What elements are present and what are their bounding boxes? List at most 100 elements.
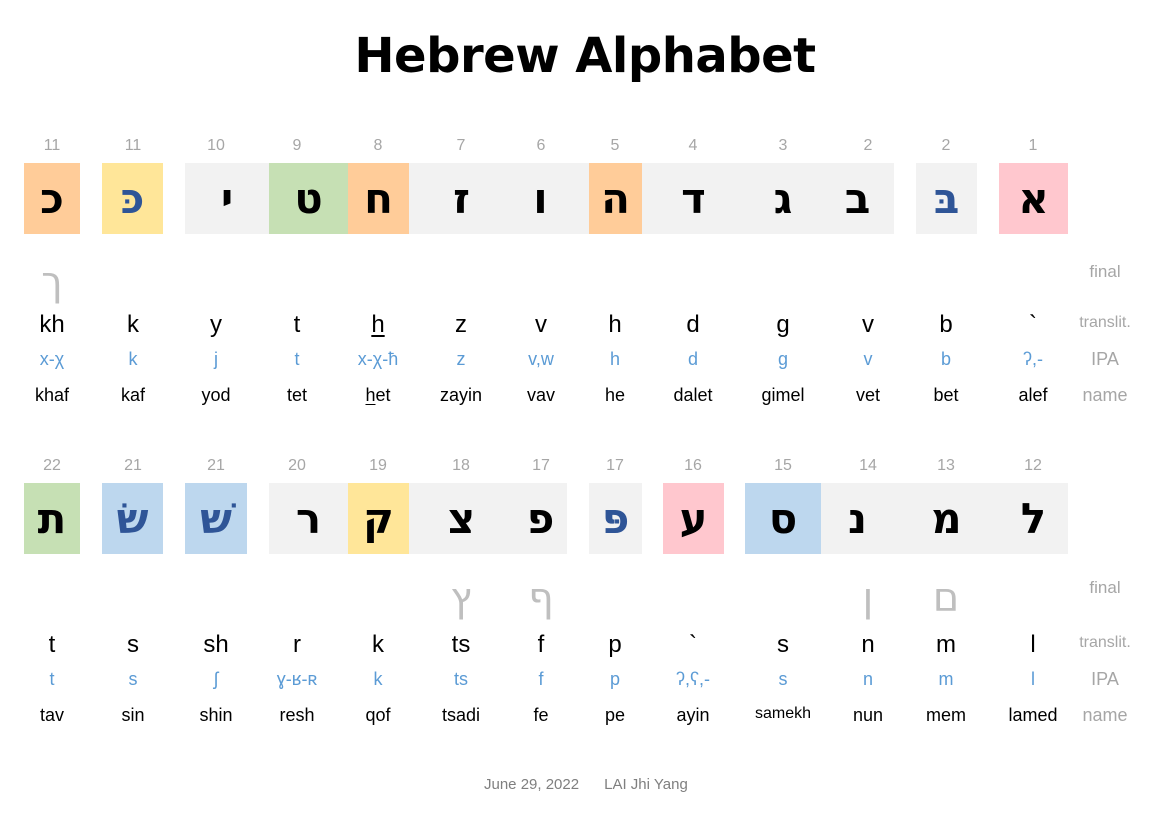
letter-number: 7: [456, 137, 466, 154]
letter-name: mem: [926, 705, 966, 725]
ipa-value: z: [456, 349, 466, 369]
ipa-value: p: [609, 669, 621, 689]
letter-number: 17: [532, 457, 550, 474]
letter-name: resh: [279, 705, 315, 725]
letter-cell: ג: [745, 163, 821, 234]
letter-name: alef: [1018, 385, 1048, 405]
row-label-ipa: IPA: [1091, 349, 1119, 369]
letter-cell: נ: [821, 483, 894, 554]
letter-number: 9: [292, 137, 302, 154]
page-title: Hebrew Alphabet: [354, 28, 816, 84]
ipa-value: h: [609, 349, 621, 369]
letter-number: 12: [1024, 457, 1042, 474]
letter-cell: ה: [589, 163, 642, 234]
hebrew-letter: ל: [1020, 493, 1047, 543]
letter-name: tet: [286, 385, 308, 405]
hebrew-letter: ד: [681, 173, 706, 223]
ipa-value: x-χ: [39, 349, 65, 369]
transliteration: m: [936, 631, 956, 658]
letter-number: 2: [863, 137, 873, 154]
letter-number: 1: [1028, 137, 1038, 154]
letter-name: samekh: [754, 705, 812, 722]
hebrew-letter: ה: [601, 173, 630, 223]
letter-cell: בּ: [916, 163, 977, 234]
letter-number: 21: [207, 457, 225, 474]
letter-name: he: [604, 385, 626, 405]
transliteration: h: [371, 311, 385, 338]
letter-cell: שׁ: [185, 483, 247, 554]
ipa-value: t: [294, 349, 300, 369]
ipa-value: g: [777, 349, 789, 369]
letter-number: 14: [859, 457, 877, 474]
letter-name: shin: [199, 705, 233, 725]
transliteration: n: [861, 631, 875, 658]
hebrew-letter: ז: [453, 173, 470, 223]
transliteration: `: [689, 631, 697, 658]
ipa-value: n: [862, 669, 874, 689]
letter-number: 22: [43, 457, 61, 474]
letter-cell: ז: [409, 163, 514, 234]
letter-number: 6: [536, 137, 546, 154]
footer: June 29, 2022 LAI Jhi Yang: [484, 776, 688, 793]
letter-cell: ל: [999, 483, 1068, 554]
letter-cell: ס: [745, 483, 821, 554]
letter-number: 17: [606, 457, 624, 474]
row-label-translit: translit.: [1079, 314, 1131, 331]
hebrew-letter: כ: [40, 173, 64, 223]
letter-number: 19: [369, 457, 387, 474]
footer-author: LAI Jhi Yang: [604, 776, 688, 793]
transliteration: h: [608, 311, 622, 338]
letter-number: 4: [688, 137, 698, 154]
letter-name: dalet: [673, 385, 713, 405]
ipa-value: v,w: [528, 349, 554, 369]
hebrew-letter: ג: [773, 173, 793, 223]
transliteration: k: [372, 631, 384, 658]
letter-number: 8: [373, 137, 383, 154]
transliteration: p: [608, 631, 622, 658]
ipa-value: d: [687, 349, 699, 369]
hebrew-letter: שׂ: [116, 493, 149, 543]
hebrew-letter: ט: [294, 173, 323, 223]
letter-cell: ט: [269, 163, 348, 234]
letter-cell: ק: [348, 483, 409, 554]
final-form: ך: [41, 259, 63, 305]
transliteration: v: [535, 311, 547, 338]
hebrew-letter: בּ: [933, 173, 960, 223]
row-label-ipa: IPA: [1091, 669, 1119, 689]
letter-number: 11: [124, 137, 142, 154]
ipa-value: ʔ,-: [1023, 349, 1043, 369]
hebrew-letter: ב: [844, 173, 871, 223]
letter-cell: ב: [821, 163, 894, 234]
transliteration: ts: [451, 631, 471, 658]
ipa-value: s: [778, 669, 788, 689]
transliteration: sh: [203, 631, 229, 658]
final-form: ן: [862, 575, 874, 621]
letter-number: 18: [452, 457, 470, 474]
letter-name: het: [365, 385, 391, 405]
hebrew-letter: ח: [364, 173, 393, 223]
hebrew-letter: כּ: [120, 173, 145, 223]
transliteration: `: [1029, 311, 1037, 338]
letter-number: 21: [124, 457, 142, 474]
row-label-name: name: [1082, 385, 1128, 405]
letter-name: tav: [39, 705, 65, 725]
letter-name: khaf: [34, 385, 70, 405]
ipa-value: f: [538, 669, 544, 689]
letter-number: 10: [207, 137, 225, 154]
transliteration: s: [777, 631, 789, 658]
letter-name: nun: [852, 705, 884, 725]
row-label-final: final: [1089, 578, 1121, 597]
hebrew-letter: צ: [447, 493, 476, 543]
ipa-value: s: [128, 669, 138, 689]
ipa-value: ɣ-ʁ-ʀ: [276, 669, 318, 689]
letter-name: sin: [121, 705, 145, 725]
hebrew-letter: פּ: [601, 493, 630, 543]
transliteration: z: [455, 311, 467, 338]
hebrew-letter: א: [1018, 173, 1049, 223]
row-label-final: final: [1089, 262, 1121, 281]
letter-cell: ר: [269, 483, 348, 554]
transliteration: f: [537, 631, 545, 658]
letter-name: qof: [365, 705, 391, 725]
letter-number: 16: [684, 457, 702, 474]
letter-cell: ח: [348, 163, 409, 234]
